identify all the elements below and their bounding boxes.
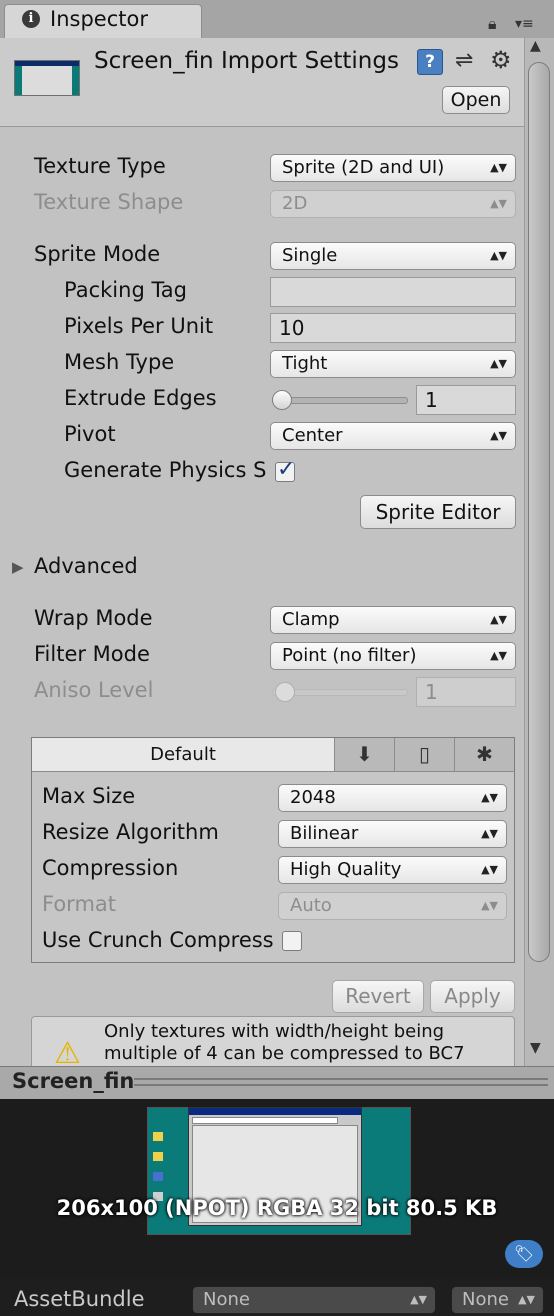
pivot-value: Center	[282, 425, 343, 446]
extrude-edges-label: Extrude Edges	[64, 386, 217, 410]
wrap-mode-label: Wrap Mode	[34, 606, 153, 630]
compression-label: Compression	[42, 856, 179, 880]
pivot-dropdown[interactable]: Center ▲▼	[270, 422, 516, 450]
mesh-type-value: Tight	[282, 353, 328, 374]
resize-algorithm-dropdown[interactable]: Bilinear ▲▼	[278, 820, 507, 848]
sprite-mode-value: Single	[282, 245, 338, 266]
scrollbar-thumb[interactable]	[528, 62, 550, 962]
texture-shape-value: 2D	[282, 193, 308, 214]
pivot-label: Pivot	[64, 422, 116, 446]
updown-arrow-icon: ▲▼	[481, 899, 498, 912]
asset-thumbnail	[14, 60, 80, 96]
texture-info: 206x100 (NPOT) RGBA 32 bit 80.5 KB	[56, 1196, 498, 1220]
asset-bundle-label: AssetBundle	[14, 1287, 145, 1311]
updown-arrow-icon: ▲▼	[490, 197, 507, 210]
extrude-edges-slider[interactable]	[272, 397, 408, 404]
aniso-level-label: Aniso Level	[34, 678, 154, 702]
updown-arrow-icon: ▲▼	[518, 1293, 535, 1306]
filter-mode-dropdown[interactable]: Point (no filter) ▲▼	[270, 642, 516, 670]
texture-type-value: Sprite (2D and UI)	[282, 157, 445, 178]
filter-mode-value: Point (no filter)	[282, 645, 417, 666]
updown-arrow-icon: ▲▼	[490, 649, 507, 662]
generate-physics-label: Generate Physics Sh	[64, 458, 268, 482]
mesh-type-label: Mesh Type	[64, 350, 175, 374]
warning-text: Only textures with width/height being mu…	[104, 1021, 465, 1064]
checkmark-icon: ✓	[277, 457, 296, 482]
page-title: Screen_fin Import Settings	[94, 48, 399, 74]
gear-icon[interactable]: ⚙	[490, 46, 512, 74]
compression-dropdown[interactable]: High Quality ▲▼	[278, 856, 507, 884]
crunch-compress-checkbox[interactable]	[282, 931, 302, 951]
filter-mode-label: Filter Mode	[34, 642, 150, 666]
updown-arrow-icon: ▲▼	[410, 1293, 427, 1306]
generate-physics-checkbox[interactable]: ✓	[275, 457, 295, 482]
mesh-type-dropdown[interactable]: Tight ▲▼	[270, 350, 516, 378]
updown-arrow-icon: ▲▼	[481, 827, 498, 840]
updown-arrow-icon: ▲▼	[490, 357, 507, 370]
sprite-mode-label: Sprite Mode	[34, 242, 161, 266]
advanced-foldout[interactable]: Advanced	[34, 554, 138, 578]
sprite-editor-button[interactable]: Sprite Editor	[360, 495, 516, 529]
format-value: Auto	[290, 895, 332, 916]
lock-icon[interactable]: 🔒︎	[488, 14, 497, 34]
asset-bundle-variant-dropdown[interactable]: None ▲▼	[451, 1286, 544, 1314]
tab-label[interactable]: Inspector	[50, 7, 148, 31]
format-dropdown: Auto ▲▼	[278, 892, 507, 920]
max-size-label: Max Size	[42, 784, 136, 808]
texture-type-dropdown[interactable]: Sprite (2D and UI) ▲▼	[270, 154, 516, 182]
asset-bundle-name-dropdown[interactable]: None ▲▼	[192, 1286, 436, 1314]
aniso-level-field: 1	[416, 677, 516, 707]
android-icon[interactable]: ✱	[455, 738, 514, 771]
texture-shape-label: Texture Shape	[34, 190, 184, 214]
resize-algorithm-value: Bilinear	[290, 823, 359, 844]
preview-drag-handle[interactable]	[134, 1078, 548, 1086]
wrap-mode-value: Clamp	[282, 609, 340, 630]
pixels-per-unit-field[interactable]: 10	[270, 313, 516, 343]
resize-algorithm-label: Resize Algorithm	[42, 820, 219, 844]
compression-value: High Quality	[290, 859, 402, 880]
revert-button[interactable]: Revert	[332, 980, 424, 1013]
asset-bundle-name-value: None	[203, 1289, 250, 1310]
preview-title: Screen_fin	[12, 1069, 135, 1093]
packing-tag-label: Packing Tag	[64, 278, 187, 302]
crunch-compress-label: Use Crunch Compress	[42, 928, 274, 952]
preset-icon[interactable]: ⇌	[455, 48, 473, 73]
max-size-dropdown[interactable]: 2048 ▲▼	[278, 784, 507, 812]
pixels-per-unit-label: Pixels Per Unit	[64, 314, 214, 338]
packing-tag-field[interactable]	[270, 277, 516, 307]
updown-arrow-icon: ▲▼	[490, 613, 507, 626]
updown-arrow-icon: ▲▼	[490, 249, 507, 262]
updown-arrow-icon: ▲▼	[490, 161, 507, 174]
download-icon[interactable]: ⬇	[335, 738, 395, 771]
extrude-edges-field[interactable]: 1	[416, 385, 516, 415]
updown-arrow-icon: ▲▼	[490, 429, 507, 442]
label-tag-icon[interactable]: 🏷︎	[505, 1240, 543, 1268]
aniso-level-slider-thumb	[275, 682, 295, 702]
updown-arrow-icon: ▲▼	[481, 863, 498, 876]
phone-icon[interactable]: ▯	[395, 738, 455, 771]
info-icon: i	[22, 10, 40, 28]
wrap-mode-dropdown[interactable]: Clamp ▲▼	[270, 606, 516, 634]
sprite-mode-dropdown[interactable]: Single ▲▼	[270, 242, 516, 270]
asset-bundle-variant-value: None	[462, 1289, 509, 1310]
expand-arrow-icon[interactable]: ▶	[12, 558, 24, 576]
help-icon[interactable]: ?	[417, 49, 443, 75]
open-button[interactable]: Open	[442, 86, 510, 114]
apply-button[interactable]: Apply	[430, 980, 515, 1013]
texture-shape-dropdown: 2D ▲▼	[270, 190, 516, 218]
format-label: Format	[42, 892, 117, 916]
updown-arrow-icon: ▲▼	[481, 791, 498, 804]
texture-type-label: Texture Type	[34, 154, 166, 178]
max-size-value: 2048	[290, 787, 336, 808]
scroll-down-icon[interactable]: ▼	[530, 1040, 541, 1056]
tab-default[interactable]: Default	[32, 738, 335, 771]
scroll-up-icon[interactable]: ▲	[530, 38, 541, 54]
menu-icon[interactable]: ▾≡	[515, 16, 534, 32]
extrude-edges-slider-thumb[interactable]	[272, 390, 292, 410]
